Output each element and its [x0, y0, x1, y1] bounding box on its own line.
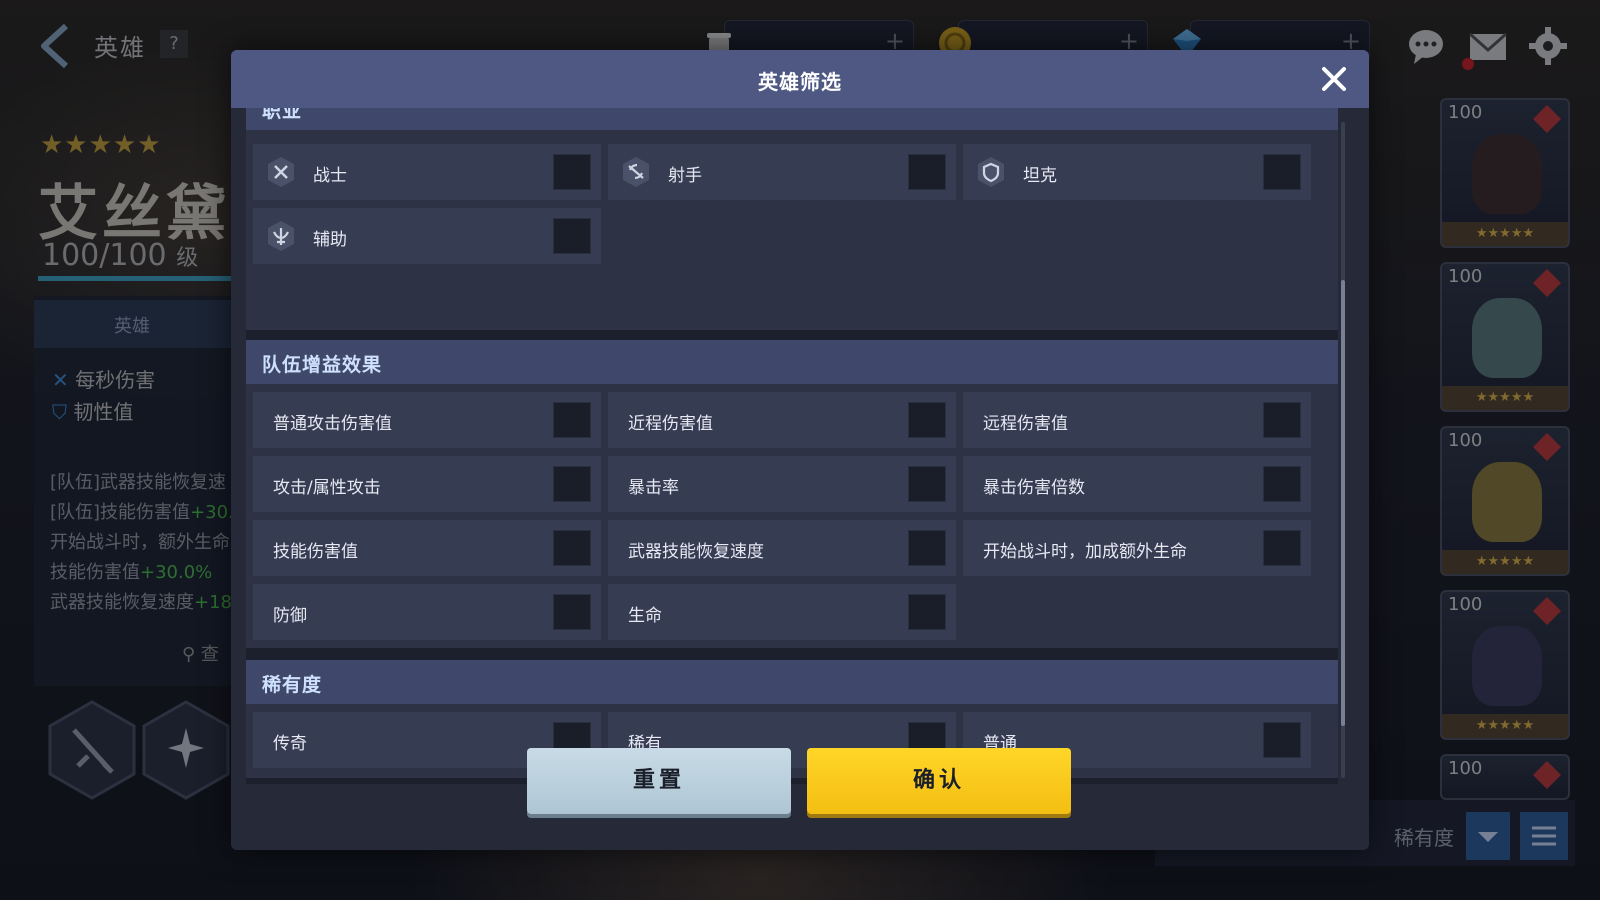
section-header: 稀有度 [246, 660, 1338, 704]
filter-option-buff[interactable]: 生命 [608, 584, 956, 640]
section-team-buff: 队伍增益效果 普通攻击伤害值 近程伤害值 远程伤害值 攻击/属性攻击 暴击率 暴… [246, 340, 1338, 648]
checkbox[interactable] [908, 402, 946, 438]
checkbox[interactable] [908, 154, 946, 190]
checkbox[interactable] [1263, 402, 1301, 438]
filter-option-buff[interactable]: 暴击率 [608, 456, 956, 512]
close-icon[interactable] [1319, 64, 1349, 94]
checkbox[interactable] [1263, 466, 1301, 502]
checkbox[interactable] [553, 466, 591, 502]
shield-icon [978, 157, 1004, 187]
checkbox[interactable] [553, 218, 591, 254]
reset-button[interactable]: 重置 [527, 748, 791, 814]
support-icon [268, 221, 294, 251]
filter-option-buff[interactable]: 技能伤害值 [253, 520, 601, 576]
checkbox[interactable] [1263, 154, 1301, 190]
section-title: 队伍增益效果 [262, 354, 383, 376]
checkbox[interactable] [1263, 722, 1301, 758]
scrollbar-thumb[interactable] [1341, 280, 1345, 726]
modal-header: 英雄筛选 [231, 50, 1369, 108]
section-title: 职业 [262, 108, 303, 122]
filter-option-buff[interactable]: 暴击伤害倍数 [963, 456, 1311, 512]
filter-option-buff[interactable]: 攻击/属性攻击 [253, 456, 601, 512]
filter-option-tank[interactable]: 坦克 [963, 144, 1311, 200]
filter-option-warrior[interactable]: 战士 [253, 144, 601, 200]
checkbox[interactable] [908, 594, 946, 630]
filter-option-buff[interactable]: 远程伤害值 [963, 392, 1311, 448]
filter-option-buff[interactable]: 开始战斗时，加成额外生命 [963, 520, 1311, 576]
section-rarity: 稀有度 传奇 稀有 普通 [246, 660, 1338, 778]
filter-option-buff[interactable]: 近程伤害值 [608, 392, 956, 448]
checkbox[interactable] [908, 530, 946, 566]
filter-option-buff[interactable]: 防御 [253, 584, 601, 640]
filter-scroll-area[interactable]: 职业 战士 射手 坦克 辅助 队伍增益效果 普通攻击伤害值 近程伤害值 远程伤害… [246, 108, 1338, 784]
section-class: 职业 战士 射手 坦克 辅助 [246, 108, 1338, 330]
section-header: 队伍增益效果 [246, 340, 1338, 384]
confirm-button[interactable]: 确认 [807, 748, 1071, 814]
section-title: 稀有度 [262, 674, 323, 696]
filter-option-support[interactable]: 辅助 [253, 208, 601, 264]
section-header: 职业 [246, 108, 1338, 130]
modal-title: 英雄筛选 [758, 70, 842, 94]
checkbox[interactable] [553, 154, 591, 190]
checkbox[interactable] [908, 466, 946, 502]
checkbox[interactable] [553, 402, 591, 438]
filter-option-buff[interactable]: 普通攻击伤害值 [253, 392, 601, 448]
checkbox[interactable] [1263, 530, 1301, 566]
crossed-swords-icon [268, 157, 294, 187]
filter-option-archer[interactable]: 射手 [608, 144, 956, 200]
checkbox[interactable] [553, 530, 591, 566]
crossbow-icon [623, 157, 649, 187]
checkbox[interactable] [553, 594, 591, 630]
hero-filter-modal: 英雄筛选 职业 战士 射手 坦克 辅助 队伍增益效果 普通攻击伤害值 近程伤害值… [231, 50, 1369, 850]
filter-option-buff[interactable]: 武器技能恢复速度 [608, 520, 956, 576]
